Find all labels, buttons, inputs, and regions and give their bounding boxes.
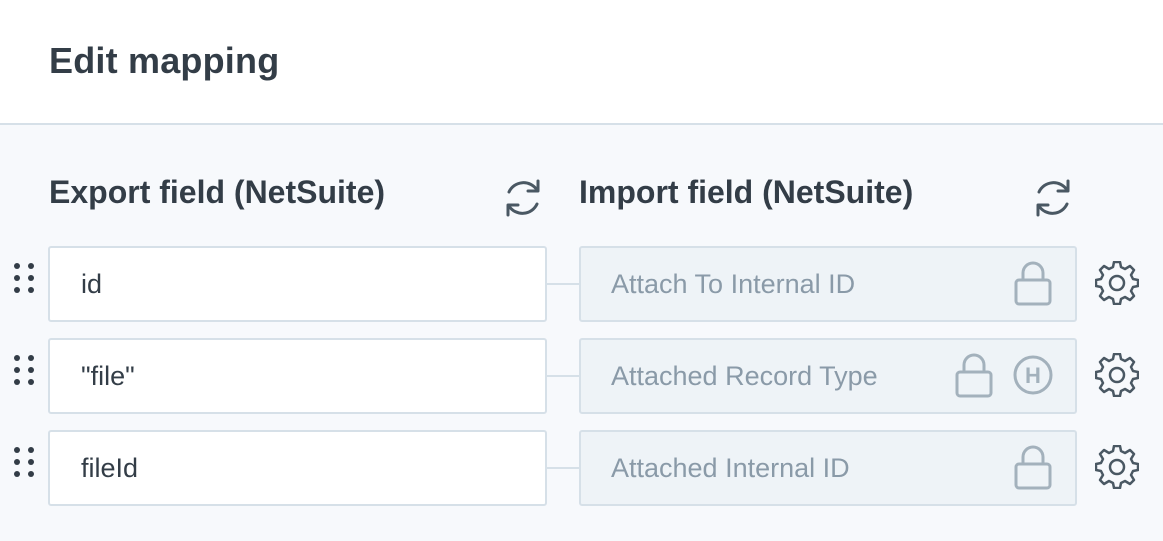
import-field-input[interactable]: Attached Record Type (579, 338, 1077, 414)
row-connector (547, 283, 579, 285)
row-connector (547, 375, 579, 377)
lock-icon (1014, 261, 1052, 306)
mapping-row: fileId Attached Internal ID (0, 430, 1163, 506)
export-field-input[interactable]: fileId (48, 430, 547, 506)
hardcoded-badge-icon: H (1013, 355, 1053, 395)
hardcoded-badge-label: H (1025, 363, 1041, 388)
refresh-icon[interactable] (1031, 176, 1075, 220)
drag-handle-icon[interactable] (12, 261, 36, 295)
drag-handle-icon[interactable] (12, 445, 36, 479)
lock-icon (955, 353, 993, 398)
refresh-icon[interactable] (501, 176, 545, 220)
mapping-row: "file" Attached Record Type H (0, 338, 1163, 414)
gear-icon[interactable] (1095, 261, 1139, 305)
export-field-input[interactable]: "file" (48, 338, 547, 414)
gear-icon[interactable] (1095, 445, 1139, 489)
lock-icon (1014, 445, 1052, 490)
row-connector (547, 467, 579, 469)
mapping-row: id Attach To Internal ID (0, 246, 1163, 322)
import-field-input[interactable]: Attached Internal ID (579, 430, 1077, 506)
drag-handle-icon[interactable] (12, 353, 36, 387)
import-column-title: Import field (NetSuite) (579, 174, 914, 210)
export-column-title: Export field (NetSuite) (49, 174, 386, 210)
mapping-header: Edit mapping (0, 0, 1163, 125)
export-field-input[interactable]: id (48, 246, 547, 322)
gear-icon[interactable] (1095, 353, 1139, 397)
import-field-input[interactable]: Attach To Internal ID (579, 246, 1077, 322)
page-title: Edit mapping (49, 40, 280, 81)
